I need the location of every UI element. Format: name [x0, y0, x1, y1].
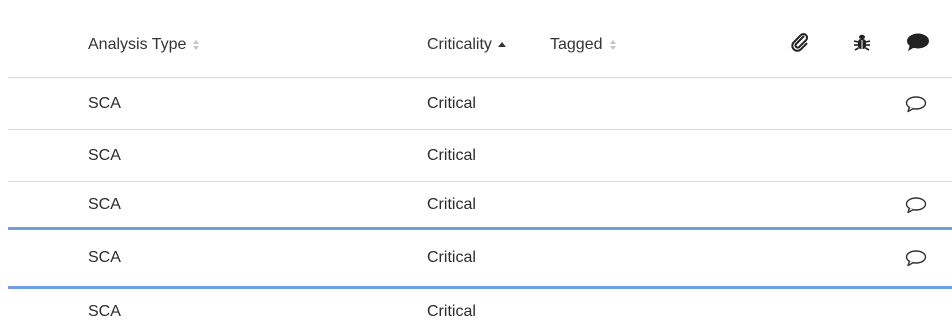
comment-outline-icon[interactable]: [903, 182, 929, 228]
sort-ascending-icon: [497, 42, 506, 47]
cell-analysis-type: SCA: [88, 146, 121, 164]
sort-unsorted-icon: [193, 40, 200, 50]
comment-outline-icon[interactable]: [903, 78, 929, 129]
paperclip-icon[interactable]: [788, 30, 812, 54]
cell-criticality: Critical: [427, 146, 476, 164]
table-row-selected[interactable]: SCA Critical: [8, 227, 952, 289]
cell-analysis-type: SCA: [88, 94, 121, 112]
comment-outline-icon[interactable]: [903, 230, 929, 286]
cell-analysis-type: SCA: [88, 196, 121, 213]
column-header-criticality[interactable]: Criticality: [427, 35, 506, 55]
sort-unsorted-icon: [609, 40, 616, 50]
table-row[interactable]: SCA Critical: [8, 78, 952, 130]
cell-criticality: Critical: [427, 196, 476, 213]
cell-criticality: Critical: [427, 303, 476, 320]
comment-filled-icon[interactable]: [906, 30, 930, 54]
column-label-tagged: Tagged: [550, 36, 603, 53]
table-row[interactable]: SCA Critical: [8, 130, 952, 182]
cell-criticality: Critical: [427, 249, 476, 266]
column-label-criticality: Criticality: [427, 36, 492, 53]
table-row[interactable]: SCA Critical: [8, 182, 952, 229]
cell-analysis-type: SCA: [88, 303, 121, 320]
column-label-analysis-type: Analysis Type: [88, 36, 187, 53]
issues-table: Analysis Type Criticality Tagged SCA Cri…: [8, 0, 952, 335]
cell-analysis-type: SCA: [88, 249, 121, 266]
table-header: Analysis Type Criticality Tagged: [8, 0, 952, 78]
table-row[interactable]: SCA Critical: [8, 289, 952, 335]
column-header-tagged[interactable]: Tagged: [550, 35, 617, 55]
column-header-analysis-type[interactable]: Analysis Type: [88, 35, 200, 55]
cell-criticality: Critical: [427, 94, 476, 112]
bug-icon[interactable]: [850, 30, 874, 54]
